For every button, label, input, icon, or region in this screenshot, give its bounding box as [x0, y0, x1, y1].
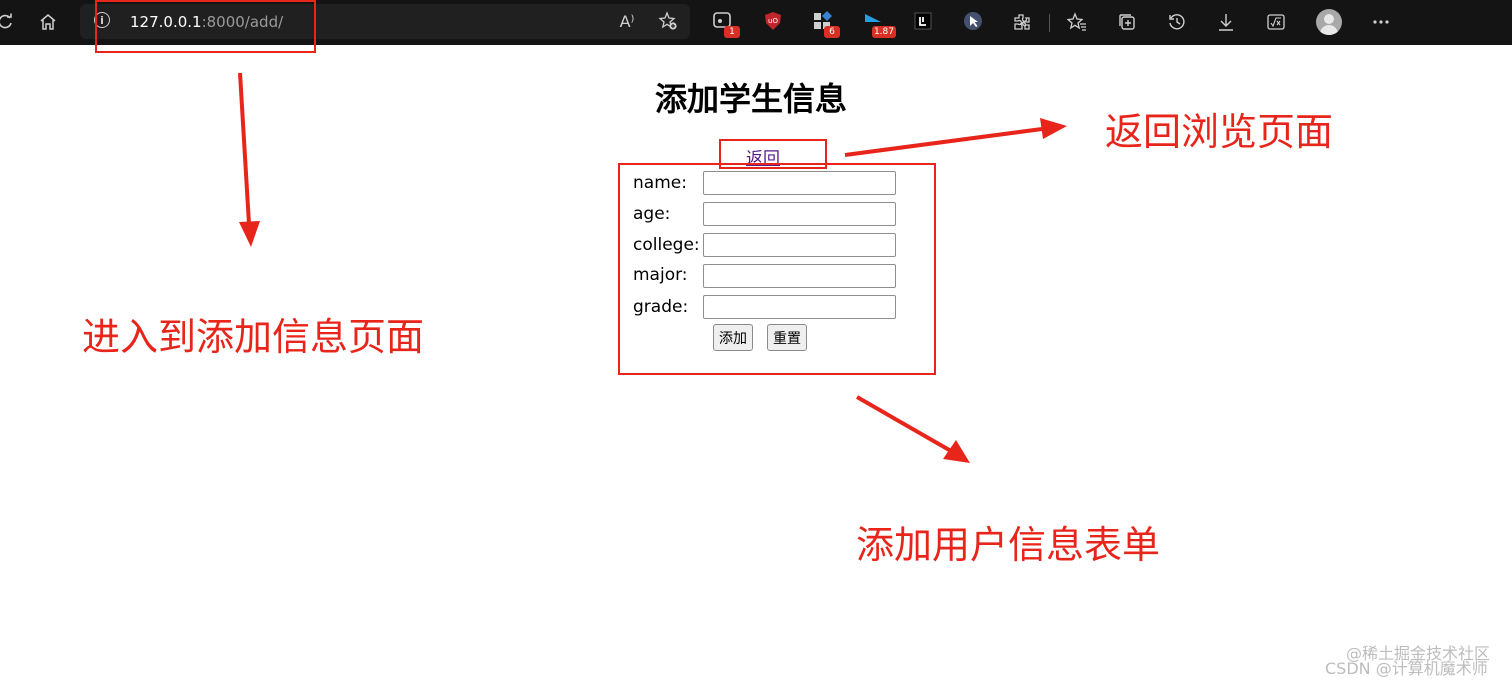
annotation-back-to-browse: 返回浏览页面 [1105, 110, 1334, 154]
arrow-right [844, 118, 1067, 157]
arrow-down [238, 72, 260, 247]
annotation-enter-add-page: 进入到添加信息页面 [82, 315, 425, 359]
watermark-line2: CSDN @计算机魔术师 [1325, 659, 1488, 678]
arrow-down-right [856, 395, 970, 463]
annotation-add-user-form: 添加用户信息表单 [856, 523, 1161, 567]
